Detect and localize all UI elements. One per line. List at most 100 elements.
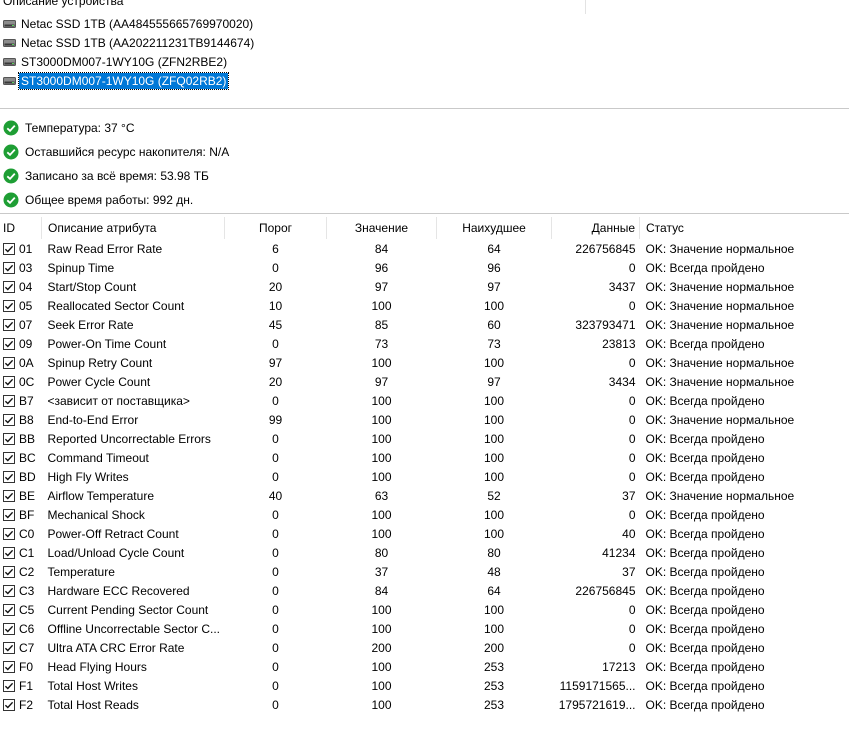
cell-data: 0: [628, 450, 636, 465]
id-cell-wrap: C0: [0, 527, 42, 541]
cell-threshold: 99: [268, 412, 283, 427]
table-row[interactable]: B8 End-to-End Error 99 100 100 0 OK: Значение …: [0, 410, 849, 429]
cell-value: 100: [371, 621, 392, 636]
checkbox-checked-icon[interactable]: [3, 584, 15, 597]
cell-value: 97: [374, 279, 389, 294]
checkbox-checked-icon[interactable]: [3, 470, 15, 483]
table-row[interactable]: 01 Raw Read Error Rate 6 84 64 226756845 OK: З…: [0, 239, 849, 258]
id-cell-wrap: F1: [0, 679, 42, 693]
table-row[interactable]: C6 Offline Uncorrectable Sector C... 0 100 1…: [0, 619, 849, 638]
cell-description: Seek Error Rate: [47, 317, 134, 332]
checkbox-checked-icon[interactable]: [3, 280, 15, 293]
attribute-id: C7: [19, 640, 35, 655]
cell-data: 0: [628, 431, 636, 446]
ok-check-icon: [3, 192, 19, 208]
table-row[interactable]: BF Mechanical Shock 0 100 100 0 OK: Всегда про…: [0, 505, 849, 524]
divider: [0, 108, 849, 109]
table-row[interactable]: F1 Total Host Writes 0 100 253 1159171565... O…: [0, 676, 849, 695]
cell-value: 100: [371, 469, 392, 484]
table-row[interactable]: BB Reported Uncorrectable Errors 0 100 100 0 O…: [0, 429, 849, 448]
table-row[interactable]: C3 Hardware ECC Recovered 0 84 64 226756845 OK…: [0, 581, 849, 600]
device-item[interactable]: Netac SSD 1TB (AA484555665769970020): [3, 14, 256, 33]
checkbox-checked-icon[interactable]: [3, 375, 15, 388]
checkbox-checked-icon[interactable]: [3, 356, 15, 369]
table-row[interactable]: F2 Total Host Reads 0 100 253 1795721619... OK…: [0, 695, 849, 714]
device-item[interactable]: Netac SSD 1TB (AA202211231TB9144674): [3, 33, 256, 52]
table-row[interactable]: 07 Seek Error Rate 45 85 60 323793471 OK: Знач…: [0, 315, 849, 334]
table-row[interactable]: C2 Temperature 0 37 48 37 OK: Всегда пройдено: [0, 562, 849, 581]
cell-threshold: 10: [268, 298, 283, 313]
table-row[interactable]: 05 Reallocated Sector Count 10 100 100 0 OK: З…: [0, 296, 849, 315]
cell-data: 0: [628, 412, 636, 427]
col-header-threshold[interactable]: Порог: [224, 217, 327, 239]
table-row[interactable]: BC Command Timeout 0 100 100 0 OK: Всегда прой…: [0, 448, 849, 467]
cell-threshold: 0: [272, 507, 279, 522]
col-header-value[interactable]: Значение: [326, 217, 437, 239]
device-item[interactable]: ST3000DM007-1WY10G (ZFN2RBE2): [3, 52, 256, 71]
table-row[interactable]: B7 <зависит от поставщика> 0 100 100 0 OK: Все…: [0, 391, 849, 410]
id-cell-wrap: BB: [0, 432, 42, 446]
checkbox-checked-icon[interactable]: [3, 603, 15, 616]
attribute-id: BB: [19, 431, 36, 446]
id-cell-wrap: 07: [0, 318, 42, 332]
table-row[interactable]: 0C Power Cycle Count 20 97 97 3434 OK: Значени…: [0, 372, 849, 391]
checkbox-checked-icon[interactable]: [3, 527, 15, 540]
table-row[interactable]: C5 Current Pending Sector Count 0 100 100 0 OK…: [0, 600, 849, 619]
table-row[interactable]: 03 Spinup Time 0 96 96 0 OK: Всегда пройдено: [0, 258, 849, 277]
cell-id: 09: [0, 334, 42, 353]
cell-value: 100: [371, 507, 392, 522]
col-header-status[interactable]: Статус: [640, 217, 849, 239]
col-header-id[interactable]: ID: [0, 217, 42, 239]
table-row[interactable]: 09 Power-On Time Count 0 73 73 23813 OK: Всегд…: [0, 334, 849, 353]
cell-status: OK: Значение нормальное: [645, 279, 795, 294]
table-row[interactable]: 0A Spinup Retry Count 97 100 100 0 OK: Значени…: [0, 353, 849, 372]
checkbox-checked-icon[interactable]: [3, 413, 15, 426]
device-item[interactable]: ST3000DM007-1WY10G (ZFQ02RB2): [3, 71, 256, 90]
checkbox-checked-icon[interactable]: [3, 622, 15, 635]
checkbox-checked-icon[interactable]: [3, 679, 15, 692]
summary-text: Общее время работы: 992 дн.: [25, 193, 194, 207]
cell-worst: 64: [487, 583, 501, 598]
table-row[interactable]: C1 Load/Unload Cycle Count 0 80 80 41234 OK: В…: [0, 543, 849, 562]
table-row[interactable]: 04 Start/Stop Count 20 97 97 3437 OK: Значение…: [0, 277, 849, 296]
checkbox-checked-icon[interactable]: [3, 337, 15, 350]
table-row[interactable]: BE Airflow Temperature 40 63 52 37 OK: Значени…: [0, 486, 849, 505]
checkbox-checked-icon[interactable]: [3, 261, 15, 274]
cell-threshold: 40: [268, 488, 283, 503]
cell-threshold: 0: [272, 545, 279, 560]
cell-status: OK: Значение нормальное: [645, 488, 795, 503]
table-row[interactable]: BD High Fly Writes 0 100 100 0 OK: Всегда прой…: [0, 467, 849, 486]
col-header-worst[interactable]: Наихудшее: [436, 217, 552, 239]
checkbox-checked-icon[interactable]: [3, 451, 15, 464]
cell-data: 0: [628, 298, 636, 313]
checkbox-checked-icon[interactable]: [3, 508, 15, 521]
checkbox-checked-icon[interactable]: [3, 299, 15, 312]
column-divider[interactable]: [585, 0, 586, 14]
checkbox-checked-icon[interactable]: [3, 641, 15, 654]
table-body: 01 Raw Read Error Rate 6 84 64 226756845 OK: З…: [0, 239, 849, 714]
checkbox-checked-icon[interactable]: [3, 318, 15, 331]
checkbox-checked-icon[interactable]: [3, 546, 15, 559]
checkbox-checked-icon[interactable]: [3, 698, 15, 711]
cell-worst: 60: [487, 317, 501, 332]
attribute-id: 0A: [19, 355, 34, 370]
col-header-data[interactable]: Данные: [551, 217, 640, 239]
cell-description: Power Cycle Count: [47, 374, 151, 389]
cell-data: 37: [622, 488, 636, 503]
checkbox-checked-icon[interactable]: [3, 660, 15, 673]
table-row[interactable]: C0 Power-Off Retract Count 0 100 100 40 OK: Вс…: [0, 524, 849, 543]
table-row[interactable]: C7 Ultra ATA CRC Error Rate 0 200 200 0 OK: Вс…: [0, 638, 849, 657]
checkbox-checked-icon[interactable]: [3, 394, 15, 407]
checkbox-checked-icon[interactable]: [3, 242, 15, 255]
cell-status: OK: Всегда пройдено: [645, 393, 765, 408]
checkbox-checked-icon[interactable]: [3, 489, 15, 502]
cell-description: Reported Uncorrectable Errors: [47, 431, 211, 446]
cell-value: 100: [371, 602, 392, 617]
checkbox-checked-icon[interactable]: [3, 432, 15, 445]
cell-threshold: 0: [272, 260, 279, 275]
checkbox-checked-icon[interactable]: [3, 565, 15, 578]
table-row[interactable]: F0 Head Flying Hours 0 100 253 17213 OK: Всегд…: [0, 657, 849, 676]
cell-description: Airflow Temperature: [47, 488, 155, 503]
cell-status: OK: Всегда пройдено: [645, 450, 765, 465]
col-header-description[interactable]: Описание атрибута: [41, 217, 225, 239]
